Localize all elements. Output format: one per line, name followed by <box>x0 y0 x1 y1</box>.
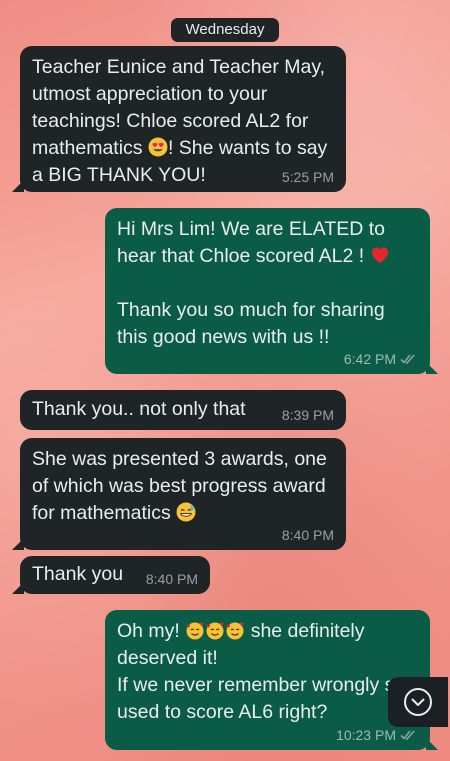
message-text: Hi Mrs Lim! We are ELATED to hear that C… <box>117 218 391 267</box>
message-timestamp: 5:25 PM <box>281 169 334 185</box>
message-bubble-incoming[interactable]: Thank you.. not only that 8:39 PM <box>20 390 346 430</box>
scroll-to-bottom-button[interactable] <box>388 677 448 727</box>
bubble-tail <box>426 362 438 374</box>
heart-eyes-emoji <box>148 137 168 157</box>
bubble-tail <box>426 738 438 750</box>
red-heart-emoji <box>371 247 388 263</box>
message-timestamp: 6:42 PM <box>344 351 418 367</box>
message-text-paragraph: Thank you so much for sharing this good … <box>117 299 391 348</box>
message-bubble-outgoing[interactable]: Hi Mrs Lim! We are ELATED to hear that C… <box>105 208 438 374</box>
smiling-face-with-hearts-emoji <box>186 622 204 640</box>
chevron-down-icon <box>404 688 432 716</box>
message-timestamp: 8:39 PM <box>281 407 334 423</box>
sweat-smile-emoji <box>176 502 196 522</box>
bubble-tail <box>12 538 24 550</box>
bubble-tail <box>12 582 24 594</box>
double-check-icon <box>400 730 415 740</box>
message-timestamp: 8:40 PM <box>281 527 334 543</box>
message-timestamp: 10:23 PM <box>336 727 418 743</box>
smiling-face-with-hearts-emoji <box>226 622 244 640</box>
bubble-tail <box>12 180 24 192</box>
smiling-face-with-hearts-emoji <box>206 622 224 640</box>
message-bubble-outgoing[interactable]: Oh my! she definitely deserved it! If we… <box>105 610 438 750</box>
message-bubble-incoming[interactable]: Thank you 8:40 PM <box>12 556 210 594</box>
double-check-icon <box>400 354 415 364</box>
message-timestamp: 8:40 PM <box>145 571 198 587</box>
date-separator: Wednesday <box>171 18 279 42</box>
message-text: She was presented 3 awards, one of which… <box>32 448 333 524</box>
message-text-paragraph: If we never remember wrongly she used to… <box>117 674 416 723</box>
message-text: Oh my! she definitely deserved it! <box>117 620 370 669</box>
message-bubble-incoming[interactable]: She was presented 3 awards, one of which… <box>12 438 346 550</box>
message-bubble-incoming[interactable]: Teacher Eunice and Teacher May, utmost a… <box>12 46 346 192</box>
